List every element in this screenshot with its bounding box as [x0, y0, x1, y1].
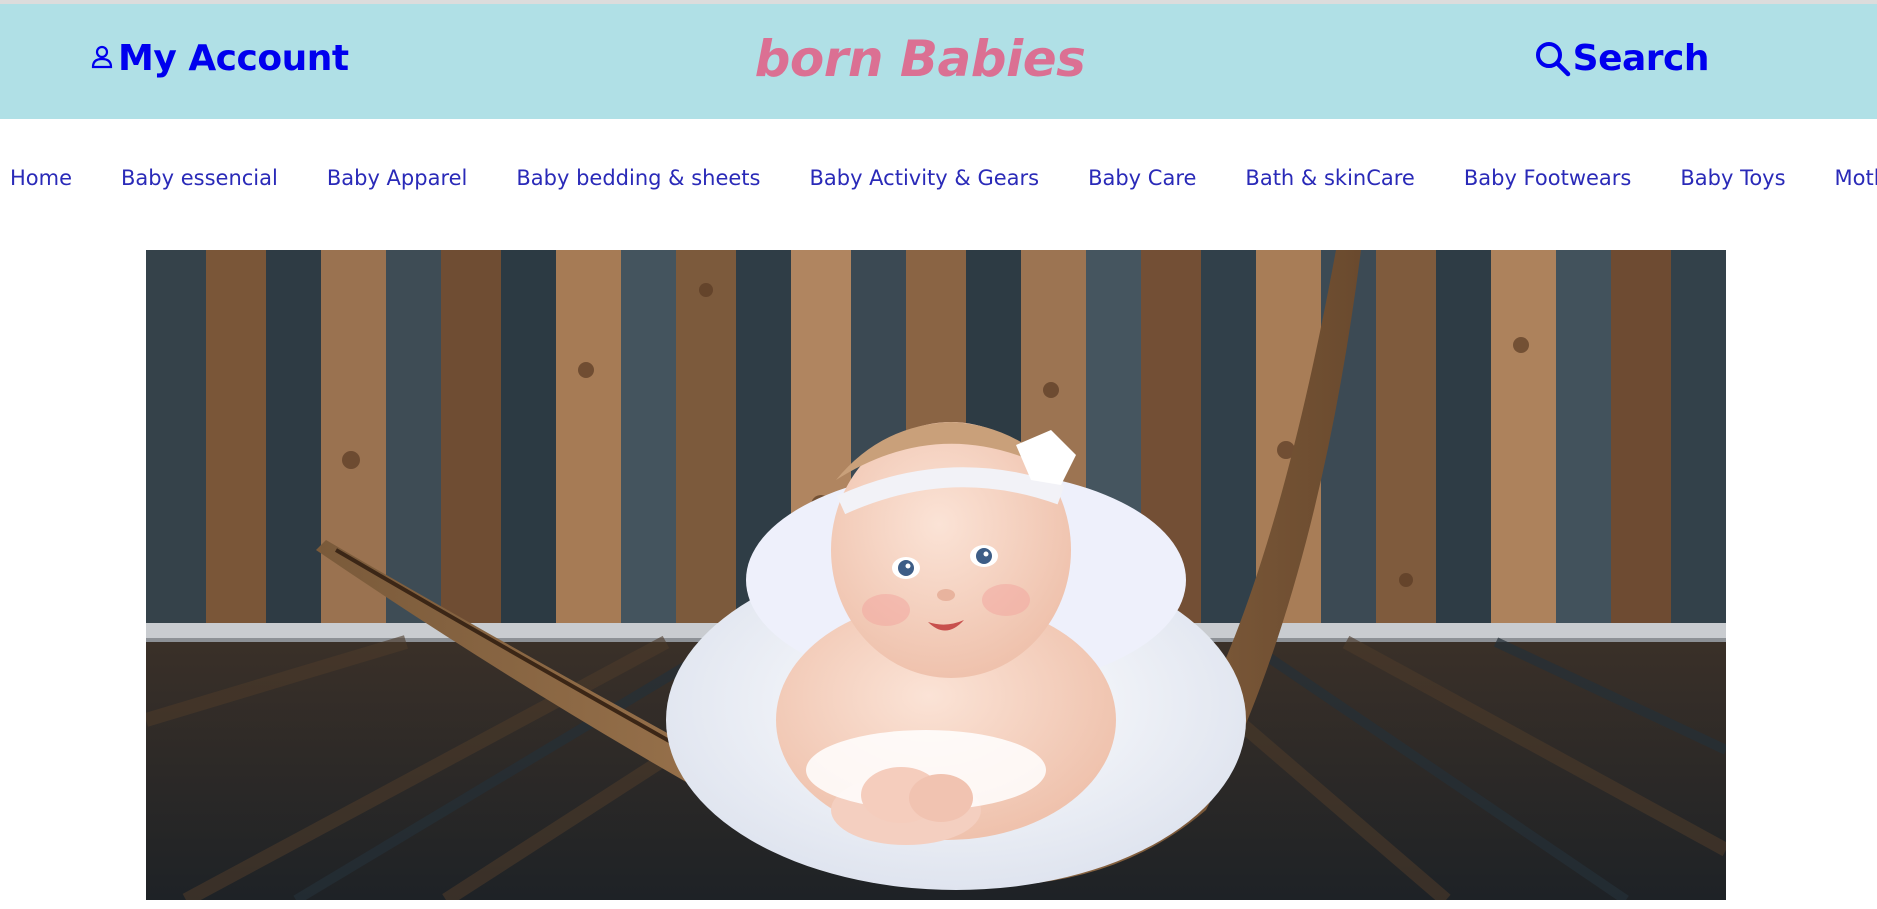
- main-navigation: Home Baby essencial Baby Apparel Baby be…: [0, 150, 1877, 206]
- nav-baby-essencial[interactable]: Baby essencial: [121, 166, 278, 190]
- search-link[interactable]: Search: [1533, 34, 1710, 82]
- my-account-label: My Account: [118, 37, 349, 79]
- nav-bath-skincare[interactable]: Bath & skinCare: [1245, 166, 1414, 190]
- nav-baby-apparel[interactable]: Baby Apparel: [327, 166, 468, 190]
- search-icon: [1533, 39, 1571, 77]
- nav-mother-care[interactable]: Mother care: [1835, 166, 1877, 190]
- my-account-link[interactable]: My Account: [90, 34, 349, 82]
- nav-baby-toys[interactable]: Baby Toys: [1680, 166, 1785, 190]
- nav-baby-care[interactable]: Baby Care: [1088, 166, 1196, 190]
- nav-baby-bedding-sheets[interactable]: Baby bedding & sheets: [516, 166, 760, 190]
- user-icon: [90, 45, 114, 71]
- baby-photo-illustration: [146, 250, 1726, 900]
- search-label: Search: [1572, 37, 1710, 79]
- hero-image: [146, 250, 1726, 900]
- site-logo[interactable]: born Babies: [740, 30, 1100, 88]
- nav-baby-footwears[interactable]: Baby Footwears: [1464, 166, 1632, 190]
- site-header: My Account born Babies Search: [0, 4, 1877, 119]
- nav-baby-activity-gears[interactable]: Baby Activity & Gears: [809, 166, 1039, 190]
- nav-home[interactable]: Home: [10, 166, 72, 190]
